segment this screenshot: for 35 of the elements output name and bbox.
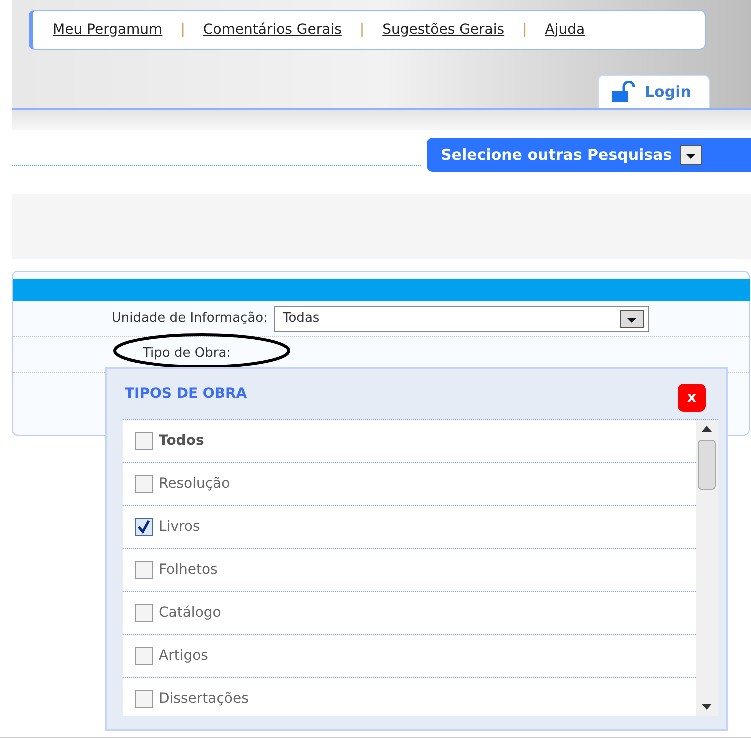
popup-title: TIPOS DE OBRA bbox=[125, 384, 248, 404]
link-separator: | bbox=[522, 20, 528, 40]
close-button[interactable]: x bbox=[678, 384, 706, 412]
scroll-thumb[interactable] bbox=[698, 440, 716, 490]
login-tab[interactable]: Login bbox=[598, 75, 710, 108]
top-link[interactable]: Sugestões Gerais bbox=[382, 20, 505, 40]
work-type-label: Folhetos bbox=[159, 560, 218, 580]
checkbox[interactable] bbox=[135, 475, 153, 493]
work-type-label: Tipo de Obra: bbox=[143, 345, 232, 363]
checkbox[interactable] bbox=[135, 604, 153, 622]
checkbox[interactable] bbox=[135, 647, 153, 665]
scroll-down-icon[interactable] bbox=[702, 704, 712, 710]
unlocked-padlock-icon bbox=[611, 81, 637, 103]
work-type-label: Resolução bbox=[159, 474, 230, 494]
work-type-label: Todos bbox=[159, 432, 204, 450]
checkbox[interactable] bbox=[135, 432, 153, 450]
top-link[interactable]: Comentários Gerais bbox=[203, 20, 342, 40]
work-type-label: Artigos bbox=[159, 646, 208, 666]
work-type-label: Dissertações bbox=[159, 690, 249, 708]
work-type-label: Livros bbox=[159, 518, 200, 536]
other-searches-dropdown[interactable]: Selecione outras Pesquisas bbox=[427, 138, 751, 172]
scrollbar[interactable] bbox=[696, 420, 718, 716]
checkbox[interactable] bbox=[135, 518, 153, 536]
work-type-label: Catálogo bbox=[159, 604, 222, 622]
link-separator: | bbox=[180, 20, 186, 40]
unit-value: Todas bbox=[283, 310, 320, 328]
unit-label: Unidade de Informação: bbox=[112, 310, 268, 328]
scroll-up-icon[interactable] bbox=[702, 426, 712, 432]
checkbox[interactable] bbox=[135, 561, 153, 579]
top-link[interactable]: Meu Pergamum bbox=[53, 20, 163, 40]
login-label: Login bbox=[645, 82, 692, 103]
top-link[interactable]: Ajuda bbox=[545, 20, 586, 40]
unit-select[interactable]: Todas bbox=[274, 306, 649, 332]
checkbox[interactable] bbox=[135, 690, 153, 708]
link-separator: | bbox=[360, 20, 365, 40]
